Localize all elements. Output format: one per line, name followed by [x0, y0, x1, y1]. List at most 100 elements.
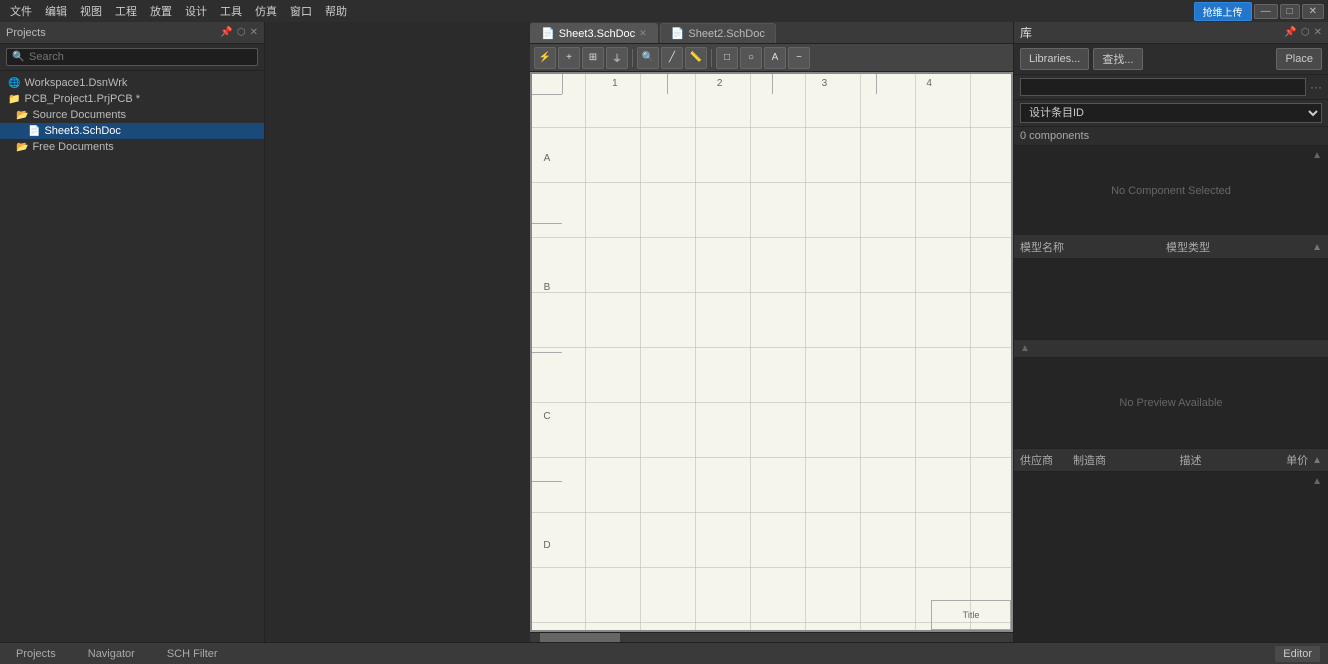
tree-item-source-docs[interactable]: 📂 Source Documents [0, 107, 264, 123]
supplier-scroll-up[interactable]: ▲ [1312, 476, 1322, 487]
search-input[interactable] [6, 48, 258, 66]
menu-project[interactable]: 工程 [109, 1, 143, 21]
row-labels: A B C D [532, 94, 562, 610]
preview-section: ▲ No Preview Available [1014, 340, 1328, 449]
library-panel: 库 📌 ⬡ ✕ Libraries... 查找... Place ··· 设计条… [1013, 22, 1328, 642]
lib-search-row: ··· [1014, 75, 1328, 100]
supplier-col1-header: 供应商 [1020, 452, 1053, 468]
power-btn[interactable]: ⏚ [606, 47, 628, 69]
menu-window[interactable]: 窗口 [284, 1, 318, 21]
no-preview-text: No Preview Available [1119, 397, 1222, 409]
measure-btn[interactable]: 📏 [685, 47, 707, 69]
tree-item-workspace[interactable]: 🌐 Workspace1.DsnWrk [0, 75, 264, 91]
tab-sheet3-label: Sheet3.SchDoc [559, 28, 635, 40]
supplier-list: ▲ [1014, 472, 1328, 642]
close-window-button[interactable]: ✕ [1302, 4, 1324, 19]
bottom-tab-navigator[interactable]: Navigator [80, 646, 143, 662]
lib-filter-select[interactable]: 设计条目ID [1020, 103, 1322, 123]
model-section: 模型名称 模型类型 ▲ [1014, 236, 1328, 340]
filter-tool-btn[interactable]: ⚡ [534, 47, 556, 69]
tree-item-pcbproject[interactable]: 📁 PCB_Project1.PrjPCB * [0, 91, 264, 107]
supplier-section: 供应商 制造商 描述 单价 ▲ ▲ [1014, 449, 1328, 642]
library-panel-header: 库 📌 ⬡ ✕ [1014, 22, 1328, 44]
model-type-col-header: 模型类型 [1166, 239, 1210, 255]
lib-close-icon[interactable]: ✕ [1314, 27, 1322, 38]
lib-search-input[interactable] [1020, 78, 1306, 96]
search-bar-container: 🔍 [0, 44, 264, 71]
bottom-statusbar: Projects Navigator SCH Filter Editor [0, 642, 1328, 664]
supplier-header: 供应商 制造商 描述 单价 ▲ [1014, 449, 1328, 472]
lib-search-options[interactable]: ··· [1310, 80, 1322, 94]
col-label-4: 4 [876, 74, 981, 94]
tab-sheet3-close[interactable]: ✕ [639, 28, 647, 39]
library-title: 库 [1020, 24, 1032, 41]
pin-icon[interactable]: 📌 [220, 27, 232, 38]
row-label-c: C [532, 352, 562, 481]
editor-toolbar: ⚡ + ⊞ ⏚ 🔍 ╱ 📏 □ ○ A ~ [530, 44, 1013, 72]
schematic-border: 1 2 3 4 A B C D Title [530, 72, 1013, 632]
add-wire-btn[interactable]: + [558, 47, 580, 69]
col-label-1: 1 [562, 74, 667, 94]
pcb-project-label: PCB_Project1.PrjPCB * [24, 93, 140, 105]
supplier-collapse[interactable]: ▲ [1312, 455, 1322, 466]
lib-expand-icon[interactable]: ⬡ [1301, 27, 1310, 38]
symbol-btn[interactable]: ~ [788, 47, 810, 69]
library-toolbar: Libraries... 查找... Place [1014, 44, 1328, 75]
top-right-controls: 抢维上传 — □ ✕ [1190, 0, 1328, 22]
title-block: Title [931, 600, 1011, 630]
menu-sim[interactable]: 仿真 [249, 1, 283, 21]
ellipse-btn[interactable]: ○ [740, 47, 762, 69]
left-panel: Projects 📌 ⬡ ✕ 🔍 🌐 Workspace1.DsnWrk 📁 P… [0, 22, 265, 642]
menu-place[interactable]: 放置 [144, 1, 178, 21]
source-docs-label: Source Documents [32, 109, 126, 121]
tab-sheet3[interactable]: 📄 Sheet3.SchDoc ✕ [530, 23, 658, 43]
tab-sheet2[interactable]: 📄 Sheet2.SchDoc [660, 23, 776, 43]
model-list [1014, 259, 1328, 339]
line-btn[interactable]: ╱ [661, 47, 683, 69]
library-header-icons: 📌 ⬡ ✕ [1284, 27, 1322, 38]
model-name-col-header: 模型名称 [1020, 239, 1064, 255]
supplier-col4-header: 单价 [1286, 452, 1308, 468]
source-docs-icon: 📂 [16, 110, 28, 121]
close-panel-icon[interactable]: ✕ [250, 27, 258, 38]
editor-scrollbar-h[interactable] [530, 632, 1013, 642]
bottom-tab-projects[interactable]: Projects [8, 646, 64, 662]
preview-area: No Preview Available [1014, 358, 1328, 448]
preview-header-scroll[interactable]: ▲ [1020, 343, 1030, 354]
workspace-icon: 🌐 [8, 78, 20, 89]
zoom-btn[interactable]: 🔍 [637, 47, 659, 69]
tree-item-sheet3[interactable]: 📄 Sheet3.SchDoc [0, 123, 264, 139]
menu-view[interactable]: 视图 [74, 1, 108, 21]
maximize-button[interactable]: □ [1280, 4, 1300, 19]
project-tree: 🌐 Workspace1.DsnWrk 📁 PCB_Project1.PrjPC… [0, 71, 264, 642]
tab-sheet3-icon: 📄 [541, 27, 555, 40]
preview-scroll-up[interactable]: ▲ [1312, 150, 1322, 161]
search-button[interactable]: 查找... [1093, 48, 1142, 70]
bottom-tab-sch-filter[interactable]: SCH Filter [159, 646, 226, 662]
search-icon: 🔍 [12, 52, 24, 63]
schematic-canvas[interactable]: 1 2 3 4 A B C D Title [530, 72, 1013, 632]
upload-button[interactable]: 抢维上传 [1194, 2, 1252, 21]
grid-btn[interactable]: ⊞ [582, 47, 604, 69]
libraries-button[interactable]: Libraries... [1020, 48, 1089, 70]
menu-file[interactable]: 文件 [4, 1, 38, 21]
menu-edit[interactable]: 编辑 [39, 1, 73, 21]
expand-icon[interactable]: ⬡ [237, 27, 246, 38]
free-docs-label: Free Documents [32, 141, 113, 153]
menu-help[interactable]: 帮助 [319, 1, 353, 21]
text-btn[interactable]: A [764, 47, 786, 69]
menu-tools[interactable]: 工具 [214, 1, 248, 21]
lib-pin-icon[interactable]: 📌 [1284, 27, 1296, 38]
minimize-button[interactable]: — [1254, 4, 1278, 19]
menu-design[interactable]: 设计 [179, 1, 213, 21]
editor-label: Editor [1275, 646, 1320, 662]
pcb-project-icon: 📁 [8, 94, 20, 105]
rect-btn[interactable]: □ [716, 47, 738, 69]
tree-item-free-docs[interactable]: 📂 Free Documents [0, 139, 264, 155]
panel-header-icons: 📌 ⬡ ✕ [220, 27, 258, 38]
tab-sheet2-label: Sheet2.SchDoc [688, 28, 764, 40]
row-label-d: D [532, 481, 562, 610]
place-button[interactable]: Place [1276, 48, 1322, 70]
model-section-collapse[interactable]: ▲ [1312, 242, 1322, 253]
lib-filter-row: 设计条目ID [1014, 100, 1328, 127]
